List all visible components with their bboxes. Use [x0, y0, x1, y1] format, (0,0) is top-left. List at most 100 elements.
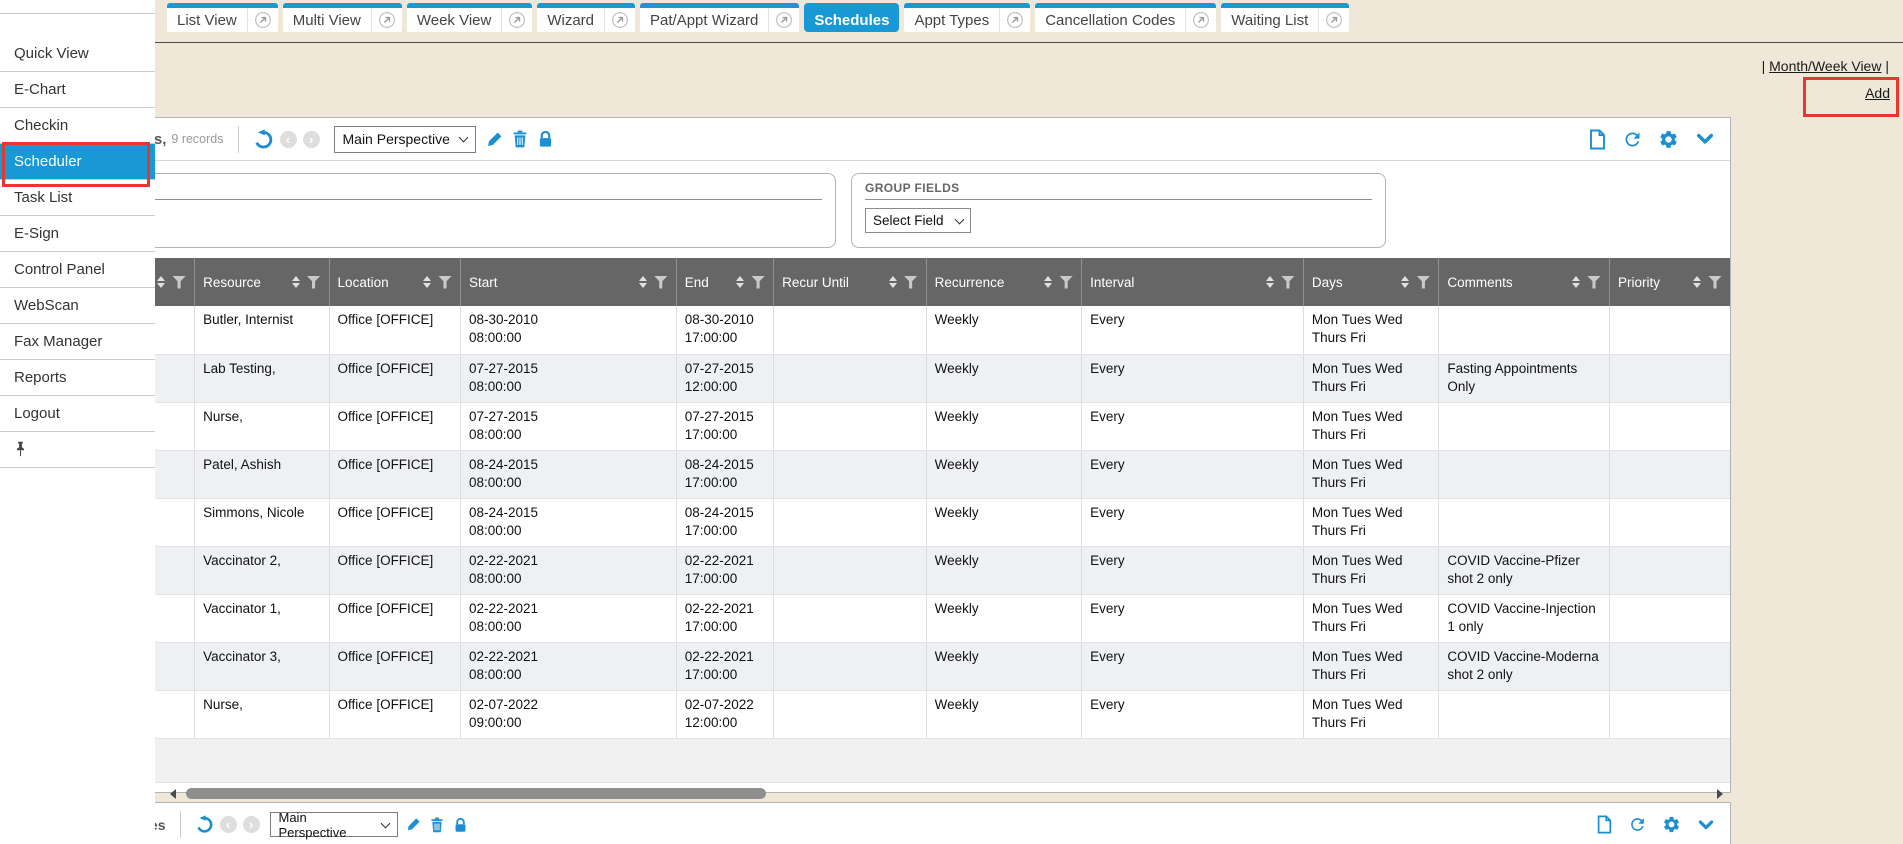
tab-waiting-list[interactable]: Waiting List [1221, 3, 1349, 32]
horizontal-scrollbar[interactable] [24, 783, 1730, 804]
filter-funnel-icon[interactable] [1281, 276, 1295, 289]
sort-icon[interactable] [157, 276, 165, 288]
sidebar-pin-row[interactable] [0, 432, 155, 468]
sort-icon[interactable] [889, 276, 897, 288]
recurrence-cell: Weekly [926, 354, 1082, 402]
collapse-chevron-icon[interactable] [1694, 129, 1716, 149]
scrollbar-thumb[interactable] [186, 788, 766, 799]
refresh-icon[interactable] [1622, 129, 1643, 150]
tab-cancellation-codes[interactable]: Cancellation Codes [1035, 3, 1216, 32]
popout-icon[interactable] [1318, 8, 1349, 32]
filter-funnel-icon[interactable] [1059, 276, 1073, 289]
comments-cell [1439, 450, 1610, 498]
sort-icon[interactable] [1572, 276, 1580, 288]
column-header-comments[interactable]: Comments [1439, 258, 1610, 306]
sidebar-item-checkin[interactable]: Checkin [0, 108, 155, 144]
filter-funnel-icon[interactable] [904, 276, 918, 289]
edit-perspective-pencil-icon[interactable] [486, 131, 503, 148]
add-link[interactable]: Add [1865, 85, 1890, 101]
past-perspective-select[interactable]: Main Perspective [270, 812, 398, 837]
location-cell: Office [OFFICE] [329, 402, 460, 450]
sidebar-item-task-list[interactable]: Task List [0, 180, 155, 216]
sidebar-item-e-sign[interactable]: E-Sign [0, 216, 155, 252]
column-header-days[interactable]: Days [1303, 258, 1438, 306]
collapse-chevron-icon[interactable] [1696, 816, 1716, 834]
undo-icon[interactable] [253, 129, 274, 150]
new-document-icon[interactable] [1595, 815, 1613, 834]
sidebar-item-fax-manager[interactable]: Fax Manager [0, 324, 155, 360]
sort-icon[interactable] [639, 276, 647, 288]
undo-icon[interactable] [195, 815, 214, 834]
column-header-recurrence[interactable]: Recurrence [926, 258, 1082, 306]
column-header-resource[interactable]: Resource [195, 258, 329, 306]
column-header-end[interactable]: End [676, 258, 773, 306]
popout-icon[interactable] [999, 8, 1030, 32]
delete-perspective-trash-icon[interactable] [512, 130, 528, 148]
column-header-priority[interactable]: Priority [1609, 258, 1730, 306]
lock-icon[interactable] [537, 130, 554, 148]
filter-funnel-icon[interactable] [307, 276, 321, 289]
tab-list-view[interactable]: List View [167, 3, 278, 32]
sidebar-item-webscan[interactable]: WebScan [0, 288, 155, 324]
scroll-left-arrow-icon[interactable] [170, 789, 176, 799]
column-header-location[interactable]: Location [329, 258, 460, 306]
refresh-icon[interactable] [1628, 815, 1647, 834]
popout-icon[interactable] [371, 8, 402, 32]
column-header-start[interactable]: Start [461, 258, 677, 306]
sort-icon[interactable] [736, 276, 744, 288]
sidebar-item-scheduler[interactable]: Scheduler [0, 144, 155, 180]
sidebar-item-control-panel[interactable]: Control Panel [0, 252, 155, 288]
previous-icon[interactable]: ‹ [280, 131, 297, 148]
perspective-select[interactable]: Main Perspective [334, 126, 476, 153]
popout-icon[interactable] [501, 8, 532, 32]
location-cell: Office [OFFICE] [329, 306, 460, 354]
filter-funnel-icon[interactable] [1416, 276, 1430, 289]
filter-funnel-icon[interactable] [172, 276, 186, 289]
sort-icon[interactable] [1044, 276, 1052, 288]
scroll-right-arrow-icon[interactable] [1717, 789, 1723, 799]
priority-cell [1609, 594, 1730, 642]
sidebar-item-quick-view[interactable]: Quick View [0, 36, 155, 72]
sort-icon[interactable] [1401, 276, 1409, 288]
filter-funnel-icon[interactable] [1587, 276, 1601, 289]
sort-icon[interactable] [292, 276, 300, 288]
panel-actions [1595, 815, 1716, 834]
tab-schedules[interactable]: Schedules [804, 3, 899, 32]
filter-funnel-icon[interactable] [1708, 276, 1722, 289]
sidebar-item-reports[interactable]: Reports [0, 360, 155, 396]
filter-funnel-icon[interactable] [751, 276, 765, 289]
tab-appt-types[interactable]: Appt Types [904, 3, 1030, 32]
next-icon[interactable]: › [303, 131, 320, 148]
sidebar-item-e-chart[interactable]: E-Chart [0, 72, 155, 108]
next-icon[interactable]: › [243, 816, 260, 833]
column-header-interval[interactable]: Interval [1082, 258, 1304, 306]
tab-wizard[interactable]: Wizard [537, 3, 635, 32]
tab-label: Multi View [283, 8, 371, 32]
gear-icon[interactable] [1662, 815, 1681, 834]
sort-icon[interactable] [1266, 276, 1274, 288]
sidebar-item-logout[interactable]: Logout [0, 396, 155, 432]
lock-icon[interactable] [453, 817, 468, 833]
sort-icon[interactable] [423, 276, 431, 288]
popout-icon[interactable] [1185, 8, 1216, 32]
pin-icon[interactable] [14, 440, 27, 459]
month-week-view-link[interactable]: Month/Week View [1769, 58, 1881, 74]
comments-cell: COVID Vaccine-Moderna shot 2 only [1439, 642, 1610, 690]
tab-week-view[interactable]: Week View [407, 3, 532, 32]
column-header-recur-until[interactable]: Recur Until [774, 258, 927, 306]
tab-multi-view[interactable]: Multi View [283, 3, 402, 32]
popout-icon[interactable] [768, 8, 799, 32]
popout-icon[interactable] [247, 8, 278, 32]
popout-icon[interactable] [604, 8, 635, 32]
group-fields-select-field[interactable]: Select Field [865, 208, 971, 233]
filter-funnel-icon[interactable] [438, 276, 452, 289]
delete-perspective-trash-icon[interactable] [430, 817, 444, 833]
tab-pat-appt-wizard[interactable]: Pat/Appt Wizard [640, 3, 799, 32]
edit-perspective-pencil-icon[interactable] [406, 817, 421, 832]
filter-funnel-icon[interactable] [654, 276, 668, 289]
gear-icon[interactable] [1658, 129, 1679, 150]
previous-icon[interactable]: ‹ [220, 816, 237, 833]
sort-asc-arrow [1401, 276, 1409, 281]
sort-icon[interactable] [1693, 276, 1701, 288]
new-document-icon[interactable] [1587, 129, 1607, 150]
